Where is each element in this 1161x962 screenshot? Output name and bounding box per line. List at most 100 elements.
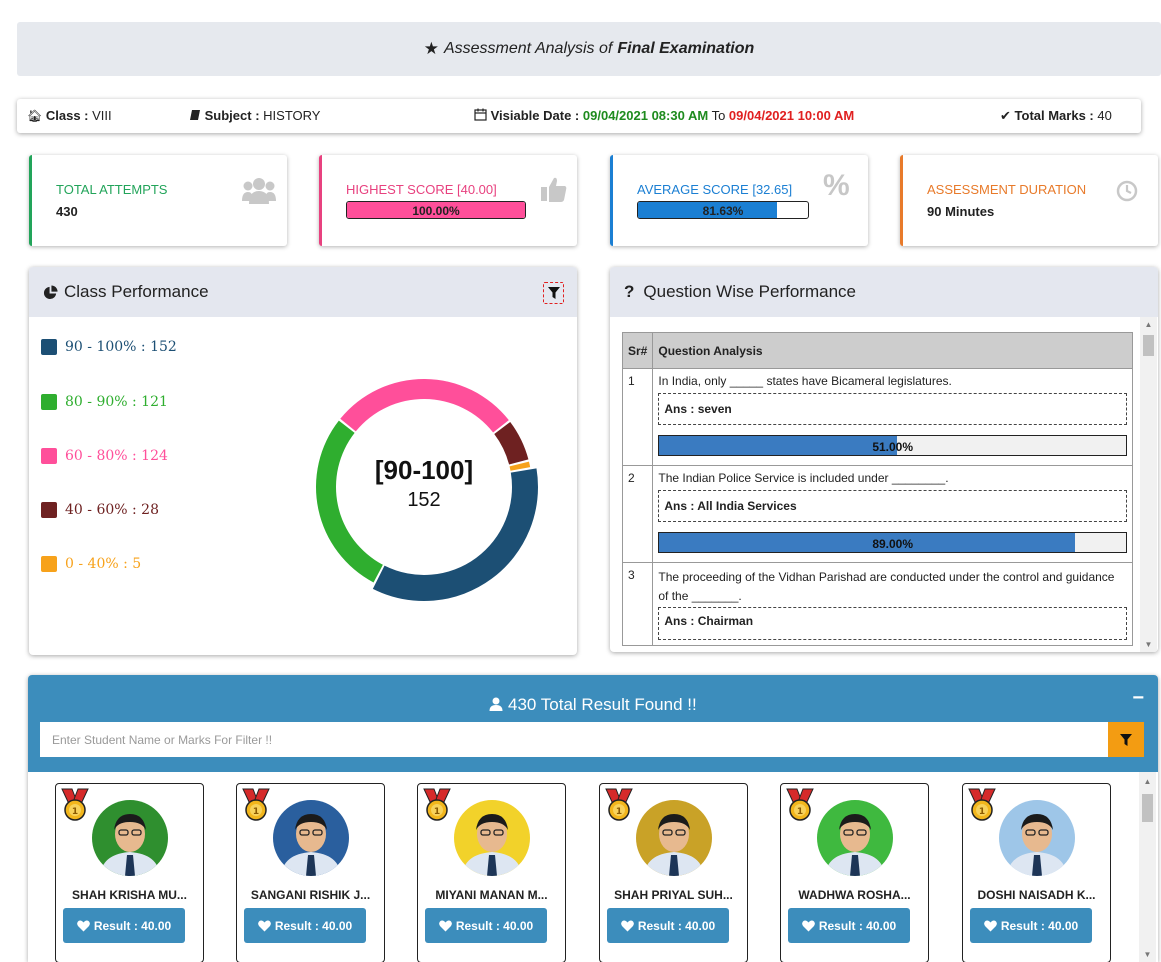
- student-name: SANGANI RISHIK J...: [250, 888, 371, 902]
- legend-swatch: [41, 394, 57, 410]
- results-scrollbar[interactable]: ▲ ▼: [1139, 772, 1156, 962]
- total-marks-info: ✔ Total Marks : 40: [1000, 108, 1112, 124]
- result-button[interactable]: Result : 40.00: [244, 908, 366, 943]
- user-icon: [489, 697, 503, 711]
- column-header-sr: Sr#: [621, 332, 654, 369]
- column-header-question-analysis: Question Analysis: [652, 332, 1133, 369]
- scroll-down-arrow[interactable]: ▼: [1139, 950, 1156, 959]
- filter-button[interactable]: [1108, 722, 1144, 757]
- medal-icon: 1: [423, 788, 451, 821]
- scroll-down-arrow[interactable]: ▼: [1140, 640, 1157, 649]
- class-performance-title: Class Performance: [64, 282, 209, 301]
- medal-icon: 1: [605, 788, 633, 821]
- date-label: Visiable Date :: [490, 108, 580, 123]
- question-number: 2: [621, 465, 654, 563]
- student-card[interactable]: 1 SHAH KRISHA MU... Result : 40.00: [55, 783, 204, 962]
- date-from: 09/04/2021 08:30 AM: [582, 108, 709, 123]
- question-analysis-table: Sr# Question Analysis 1 In India, only _…: [621, 332, 1133, 646]
- result-button[interactable]: Result : 40.00: [425, 908, 547, 943]
- heart-icon: [620, 920, 634, 931]
- legend-item-40-60[interactable]: 40 - 60% : 28: [41, 502, 159, 518]
- class-info: 🏠︎ Class : VIII: [27, 108, 112, 123]
- result-button[interactable]: Result : 40.00: [63, 908, 185, 943]
- pie-chart-icon: [43, 284, 58, 299]
- average-score-bar: 81.63%: [637, 201, 809, 219]
- question-number: 1: [621, 368, 654, 466]
- student-card[interactable]: 1 SANGANI RISHIK J... Result : 40.00: [236, 783, 385, 962]
- student-card[interactable]: 1 WADHWA ROSHA... Result : 40.00: [780, 783, 929, 962]
- result-label: Result : 40.00: [93, 918, 172, 933]
- student-name: WADHWA ROSHA...: [798, 888, 911, 902]
- collapse-button[interactable]: −: [1132, 687, 1144, 710]
- svg-text:1: 1: [72, 807, 78, 817]
- highest-score-bar: 100.00%: [346, 201, 526, 219]
- donut-slice-60-80[interactable]: [340, 379, 509, 433]
- percent-icon: %: [823, 169, 850, 202]
- results-title: 430 Total Result Found !!: [28, 695, 1158, 715]
- question-performance-panel: ? Question Wise Performance Sr# Question…: [610, 267, 1158, 652]
- heart-icon: [257, 920, 271, 931]
- result-label: Result : 40.00: [637, 918, 716, 933]
- attempts-title: TOTAL ATTEMPTS: [56, 182, 168, 197]
- legend-item-0-40[interactable]: 0 - 40% : 5: [41, 556, 141, 572]
- subject-label: Subject :: [204, 108, 260, 123]
- avatar: [817, 800, 893, 876]
- question-panel-scrollbar[interactable]: ▲ ▼: [1140, 317, 1157, 652]
- student-card[interactable]: 1 DOSHI NAISADH K... Result : 40.00: [962, 783, 1111, 962]
- result-button[interactable]: Result : 40.00: [788, 908, 910, 943]
- student-name: SHAH PRIYAL SUH...: [614, 888, 733, 902]
- student-filter-input[interactable]: [40, 722, 1108, 757]
- highest-title: HIGHEST SCORE [40.00]: [346, 182, 497, 197]
- scroll-thumb[interactable]: [1142, 794, 1153, 822]
- scroll-thumb[interactable]: [1143, 335, 1154, 356]
- donut-slice-80-90[interactable]: [316, 420, 383, 583]
- heart-icon: [983, 920, 997, 931]
- question-progress-bar: 89.00%: [658, 532, 1127, 553]
- highest-score-percent: 100.00%: [412, 204, 460, 218]
- answer-box: Ans : seven: [658, 393, 1127, 425]
- question-progress-percent: 51.00%: [872, 440, 914, 454]
- question-cell: The Indian Police Service is included un…: [652, 465, 1133, 563]
- result-button[interactable]: Result : 40.00: [607, 908, 729, 943]
- question-text: The Indian Police Service is included un…: [658, 471, 949, 485]
- student-card[interactable]: 1 SHAH PRIYAL SUH... Result : 40.00: [599, 783, 748, 962]
- marks-label: Total Marks :: [1014, 108, 1094, 123]
- question-number: 3: [621, 562, 654, 646]
- avatar: [999, 800, 1075, 876]
- filter-icon: [547, 287, 560, 299]
- question-progress-bar: 51.00%: [658, 435, 1127, 456]
- svg-text:1: 1: [434, 807, 440, 817]
- scroll-up-arrow[interactable]: ▲: [1140, 320, 1157, 329]
- medal-icon: 1: [61, 788, 89, 821]
- legend-item-90-100[interactable]: 90 - 100% : 152: [41, 339, 177, 355]
- table-header-row: Sr# Question Analysis: [621, 332, 1133, 369]
- donut-slice-90-100[interactable]: [372, 468, 538, 601]
- class-value: VIII: [92, 108, 112, 123]
- legend-swatch: [41, 448, 57, 464]
- svg-text:1: 1: [616, 807, 622, 817]
- results-panel: 430 Total Result Found !! − 1 SHAH KRISHA…: [28, 675, 1158, 962]
- attempts-value: 430: [56, 204, 78, 219]
- medal-icon: 1: [786, 788, 814, 821]
- legend-label: 40 - 60% : 28: [65, 502, 159, 518]
- chart-filter-button[interactable]: [543, 282, 564, 304]
- svg-text:1: 1: [979, 807, 985, 817]
- subject-info: Subject : HISTORY: [189, 108, 320, 123]
- student-card[interactable]: 1 MIYANI MANAN M... Result : 40.00: [417, 783, 566, 962]
- title-prefix: Assessment Analysis of: [443, 40, 613, 57]
- star-icon: ★: [423, 39, 439, 58]
- marks-value: 40: [1097, 108, 1112, 123]
- scroll-up-arrow[interactable]: ▲: [1139, 777, 1156, 786]
- heart-icon: [801, 920, 815, 931]
- donut-slice-40-60[interactable]: [494, 421, 529, 465]
- question-performance-header: ? Question Wise Performance: [610, 267, 1158, 317]
- page-title: ★ Assessment Analysis of Final Examinati…: [17, 22, 1161, 76]
- legend-item-60-80[interactable]: 60 - 80% : 124: [41, 448, 168, 464]
- highest-score-card: HIGHEST SCORE [40.00] 100.00%: [319, 155, 577, 246]
- thumbs-up-icon: [541, 177, 567, 202]
- legend-item-80-90[interactable]: 80 - 90% : 121: [41, 394, 168, 410]
- average-score-card: AVERAGE SCORE [32.65] 81.63% %: [610, 155, 868, 246]
- date-to-word: To: [711, 108, 726, 123]
- result-button[interactable]: Result : 40.00: [970, 908, 1092, 943]
- answer-box: Ans : Chairman: [658, 607, 1127, 640]
